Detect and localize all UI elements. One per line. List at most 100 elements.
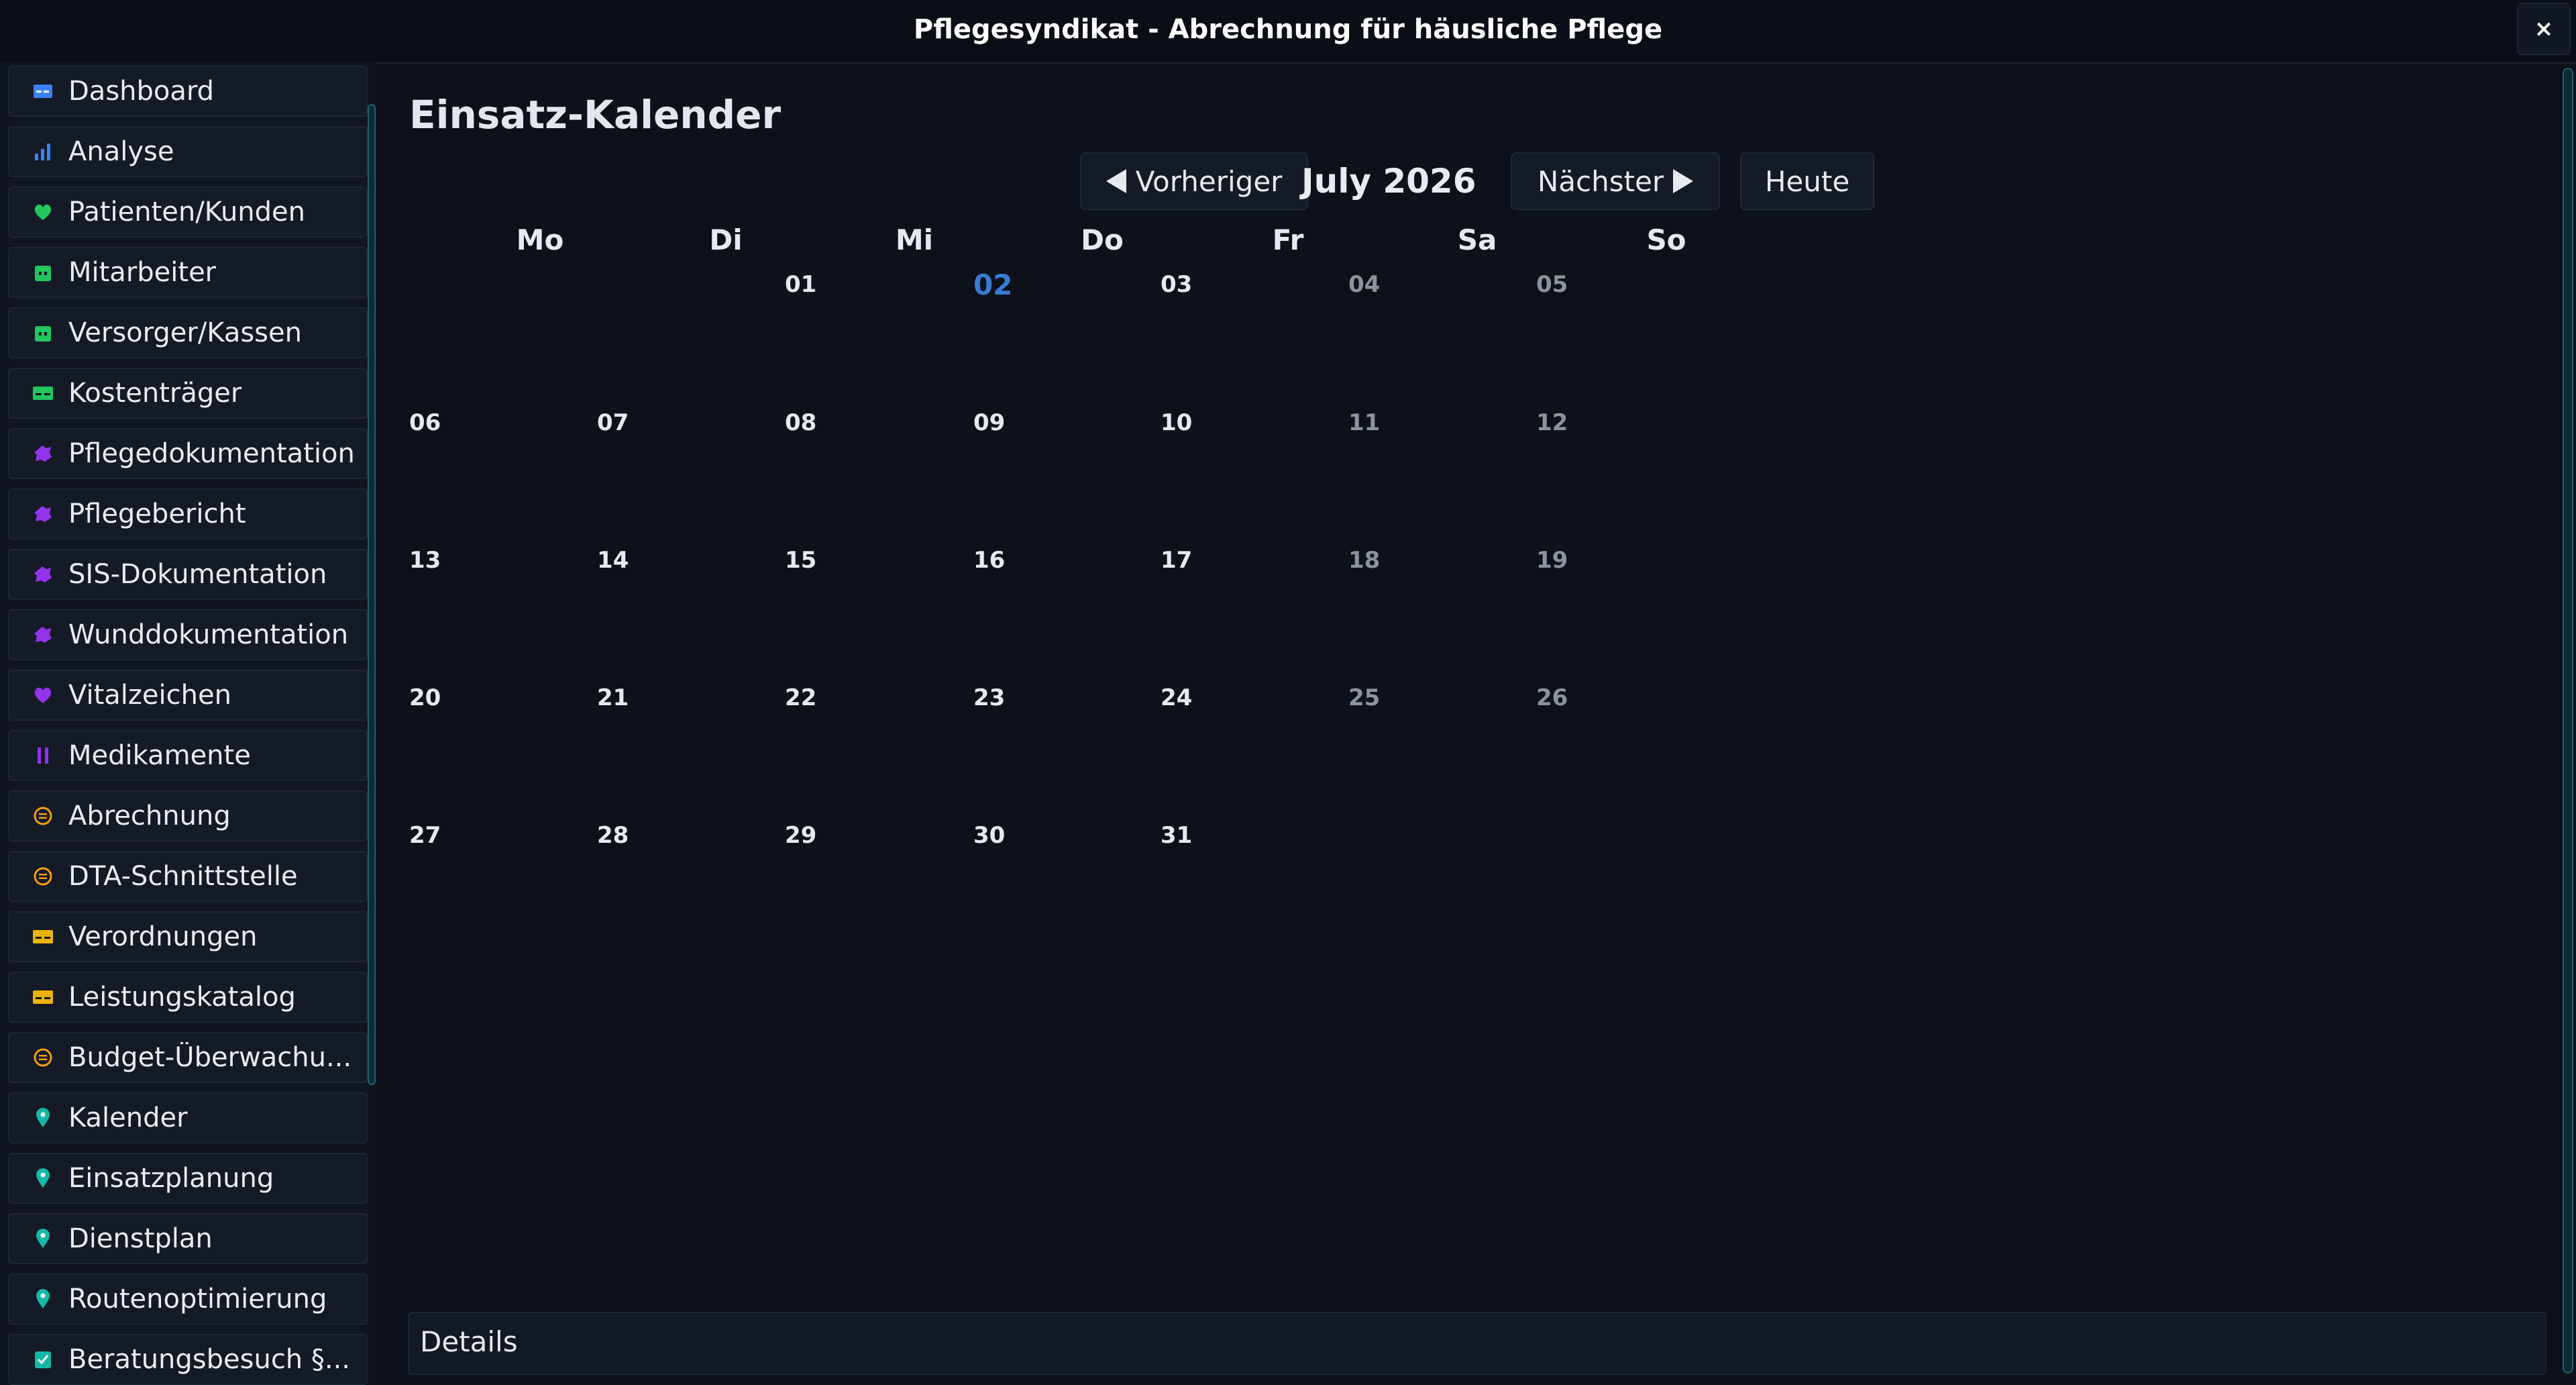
puzzle-icon: [31, 442, 55, 466]
calendar-day[interactable]: 16: [973, 547, 1005, 574]
calendar-day[interactable]: 02: [973, 268, 1012, 301]
calendar-day[interactable]: 29: [785, 822, 816, 849]
sidebar-item-analyse[interactable]: Analyse: [8, 126, 368, 177]
title-bar: Pflegesyndikat - Abrechnung für häuslich…: [0, 0, 2576, 64]
calendar-day[interactable]: 04: [1348, 271, 1380, 298]
main-scrollbar[interactable]: [2563, 68, 2573, 1374]
puzzle-icon: [31, 623, 55, 647]
next-month-button[interactable]: Nächster: [1511, 152, 1720, 210]
sidebar-item-label: Kostenträger: [68, 378, 242, 409]
sidebar-item-label: Vitalzeichen: [68, 680, 231, 711]
sidebar-item-label: Verordnungen: [68, 921, 258, 952]
details-panel: Details: [408, 1312, 2546, 1375]
calendar-day[interactable]: 12: [1536, 409, 1568, 436]
sidebar-item-mitarbeiter[interactable]: Mitarbeiter: [8, 247, 368, 298]
coin-icon: [31, 1045, 55, 1070]
calendar-day[interactable]: 27: [409, 822, 441, 849]
sidebar-item-label: DTA-Schnittstelle: [68, 861, 298, 892]
sidebar-item-label: Analyse: [68, 136, 174, 167]
sidebar-item-label: SIS-Dokumentation: [68, 559, 327, 590]
weekday-sa: Sa: [1457, 223, 1497, 256]
calendar-day[interactable]: 20: [409, 684, 441, 711]
today-button[interactable]: Heute: [1740, 152, 1874, 210]
calendar-day[interactable]: 03: [1161, 271, 1192, 298]
sidebar-item-medikamente[interactable]: Medikamente: [8, 730, 368, 781]
sidebar: Dashboard Analyse Patienten/Kunden Mitarbei…: [0, 62, 376, 1385]
sidebar-item-routenoptimierung[interactable]: Routenoptimierung: [8, 1274, 368, 1325]
sidebar-item-label: Patienten/Kunden: [68, 197, 306, 227]
briefcase-icon: [31, 321, 55, 345]
weekday-mi: Mi: [895, 223, 934, 256]
sidebar-item-wunddokumentation[interactable]: Wunddokumentation: [8, 609, 368, 660]
calendar-day[interactable]: 09: [973, 409, 1005, 436]
calendar-day[interactable]: 10: [1161, 409, 1192, 436]
sidebar-item-kostenträger[interactable]: Kostenträger: [8, 368, 368, 419]
calendar-day[interactable]: 23: [973, 684, 1005, 711]
sidebar-item-budget-überwachu[interactable]: Budget-Überwachu...: [8, 1032, 368, 1083]
sidebar-item-kalender[interactable]: Kalender: [8, 1092, 368, 1143]
puzzle-icon: [31, 562, 55, 586]
calendar-day[interactable]: 25: [1348, 684, 1380, 711]
sidebar-item-dta-schnittstelle[interactable]: DTA-Schnittstelle: [8, 851, 368, 902]
calendar-day[interactable]: 15: [785, 547, 816, 574]
calendar-day[interactable]: 30: [973, 822, 1005, 849]
calendar-day[interactable]: 19: [1536, 547, 1568, 574]
calendar-day[interactable]: 22: [785, 684, 816, 711]
sidebar-item-dashboard[interactable]: Dashboard: [8, 66, 368, 117]
bar-chart-icon: [31, 140, 55, 164]
calendar-day[interactable]: 14: [597, 547, 629, 574]
sidebar-item-label: Medikamente: [68, 740, 251, 771]
card-icon: [31, 925, 55, 949]
sidebar-item-label: Dashboard: [68, 76, 215, 107]
sidebar-item-pflegebericht[interactable]: Pflegebericht: [8, 489, 368, 540]
close-button[interactable]: ×: [2517, 3, 2571, 55]
calendar-day[interactable]: 31: [1161, 822, 1192, 849]
sidebar-item-label: Einsatzplanung: [68, 1163, 274, 1194]
sidebar-item-versorger-kassen[interactable]: Versorger/Kassen: [8, 307, 368, 358]
calendar-day[interactable]: 05: [1536, 271, 1568, 298]
calendar-day[interactable]: 21: [597, 684, 629, 711]
calendar-day[interactable]: 18: [1348, 547, 1380, 574]
sidebar-item-sis-dokumentation[interactable]: SIS-Dokumentation: [8, 549, 368, 600]
sidebar-item-label: Versorger/Kassen: [68, 317, 302, 348]
sidebar-item-label: Pflegedokumentation: [68, 438, 355, 469]
calendar-day[interactable]: 24: [1161, 684, 1192, 711]
location-pin-icon: [31, 1287, 55, 1311]
calendar-day[interactable]: 08: [785, 409, 816, 436]
sidebar-item-label: Dienstplan: [68, 1223, 213, 1254]
location-pin-icon: [31, 1227, 55, 1251]
sidebar-item-vitalzeichen[interactable]: Vitalzeichen: [8, 670, 368, 721]
coin-icon: [31, 864, 55, 888]
sidebar-item-beratungsbesuch[interactable]: Beratungsbesuch §...: [8, 1334, 368, 1385]
calendar-day[interactable]: 26: [1536, 684, 1568, 711]
sidebar-item-leistungskatalog[interactable]: Leistungskatalog: [8, 972, 368, 1023]
heart-icon: [31, 200, 55, 224]
card-icon: [31, 381, 55, 405]
sidebar-item-pflegedokumentation[interactable]: Pflegedokumentation: [8, 428, 368, 479]
calendar-day[interactable]: 17: [1161, 547, 1192, 574]
weekday-di: Di: [709, 223, 743, 256]
sidebar-item-label: Mitarbeiter: [68, 257, 217, 288]
calendar-day[interactable]: 11: [1348, 409, 1380, 436]
main-content: Einsatz-Kalender Vorheriger July 2026 Nä…: [376, 62, 2576, 1384]
sidebar-item-label: Abrechnung: [68, 801, 231, 831]
sidebar-item-label: Pflegebericht: [68, 499, 246, 529]
details-label: Details: [420, 1325, 518, 1358]
calendar-day[interactable]: 06: [409, 409, 441, 436]
calendar-day[interactable]: 28: [597, 822, 629, 849]
sidebar-item-abrechnung[interactable]: Abrechnung: [8, 790, 368, 841]
sidebar-item-dienstplan[interactable]: Dienstplan: [8, 1213, 368, 1264]
calendar-day[interactable]: 01: [785, 271, 816, 298]
page-title: Einsatz-Kalender: [409, 92, 782, 138]
calendar-day[interactable]: 13: [409, 547, 441, 574]
weekday-fr: Fr: [1272, 223, 1304, 256]
sidebar-scrollbar[interactable]: [368, 104, 376, 1085]
location-pin-icon: [31, 1166, 55, 1190]
coin-icon: [31, 804, 55, 828]
calendar-day[interactable]: 07: [597, 409, 629, 436]
card-icon: [31, 985, 55, 1009]
previous-month-button[interactable]: Vorheriger: [1080, 152, 1308, 210]
sidebar-item-einsatzplanung[interactable]: Einsatzplanung: [8, 1153, 368, 1204]
sidebar-item-patienten-kunden[interactable]: Patienten/Kunden: [8, 187, 368, 238]
sidebar-item-verordnungen[interactable]: Verordnungen: [8, 911, 368, 962]
